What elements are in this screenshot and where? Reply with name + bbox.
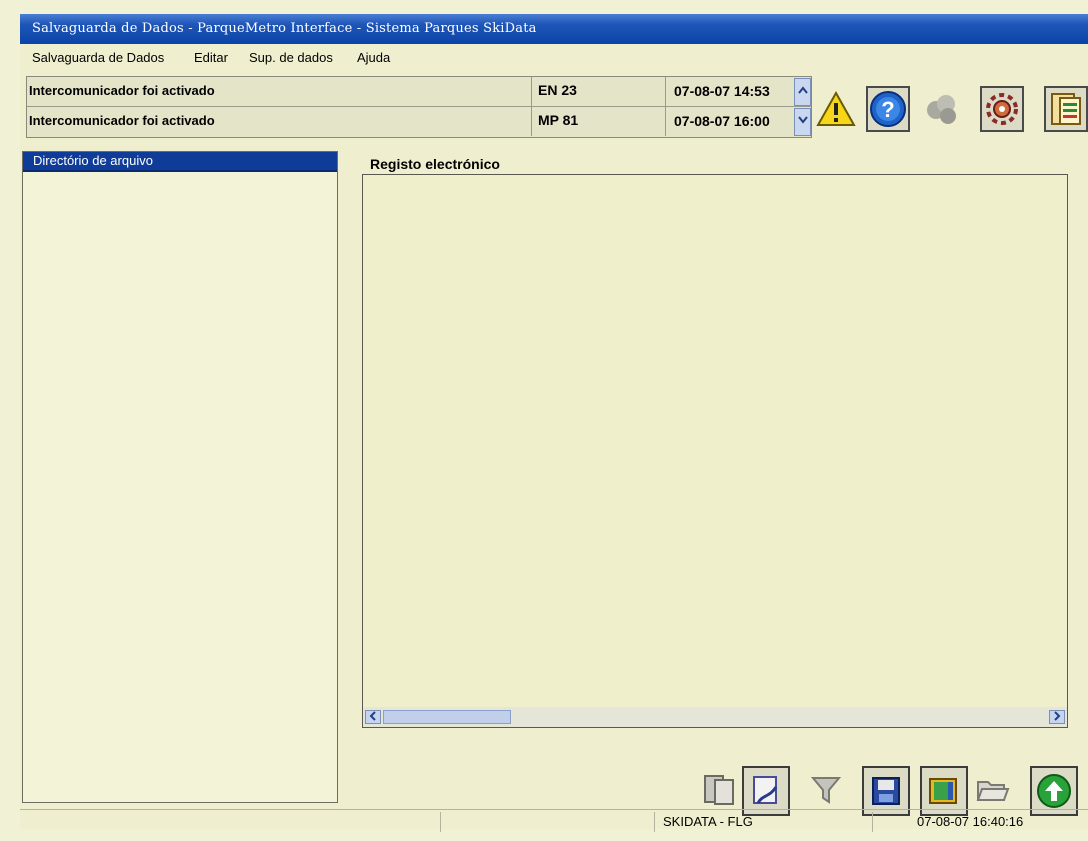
alarm-device: MP 81 <box>531 107 657 136</box>
status-system: SKIDATA - FLG <box>654 812 872 832</box>
save-disk-icon <box>872 777 900 805</box>
open-folder-button[interactable] <box>970 766 1014 812</box>
menu-ajuda[interactable]: Ajuda <box>357 50 390 65</box>
network-icon <box>927 95 956 124</box>
horizontal-scrollbar[interactable] <box>363 707 1067 727</box>
scroll-down-button[interactable] <box>794 108 811 136</box>
electronic-log-title: Registo electrónico <box>370 156 500 172</box>
alarm-message: Intercomunicador foi activado <box>29 113 215 128</box>
menu-salvaguarda[interactable]: Salvaguarda de Dados <box>32 50 164 65</box>
scroll-left-button[interactable] <box>365 710 381 724</box>
directory-header: Directório de arquivo <box>23 152 337 172</box>
status-cell-empty <box>440 812 654 832</box>
help-button[interactable]: ? <box>866 86 910 132</box>
network-button[interactable] <box>920 86 964 132</box>
copy-button[interactable] <box>698 766 742 812</box>
alarm-row[interactable]: Intercomunicador foi activado EN 23 07-0… <box>27 77 811 107</box>
open-folder-icon <box>976 781 1010 801</box>
menu-sup-dados[interactable]: Sup. de dados <box>249 50 333 65</box>
chevron-left-icon <box>369 711 376 721</box>
window-title: Salvaguarda de Dados - ParqueMetro Inter… <box>32 21 537 36</box>
filter-icon <box>810 777 842 804</box>
copy-icon <box>704 775 734 805</box>
report-button[interactable] <box>1044 86 1088 132</box>
alarm-device: EN 23 <box>531 77 657 106</box>
status-cell-empty <box>20 812 440 832</box>
archive-directory-panel[interactable]: Directório de arquivo <box>22 151 338 803</box>
alarm-time: 07-08-07 16:00 <box>665 107 793 136</box>
chevron-up-icon <box>797 86 808 94</box>
menu-bar: Salvaguarda de Dados Editar Sup. de dado… <box>20 48 1088 70</box>
status-bar: SKIDATA - FLG 07-08-07 16:40:16 <box>20 809 1088 835</box>
scroll-right-button[interactable] <box>1049 710 1065 724</box>
up-arrow-icon <box>1037 774 1071 808</box>
menu-editar[interactable]: Editar <box>194 50 228 65</box>
application-window: Salvaguarda de Dados - ParqueMetro Inter… <box>20 14 1088 832</box>
electronic-log-panel[interactable] <box>362 174 1068 728</box>
alarm-list[interactable]: Intercomunicador foi activado EN 23 07-0… <box>26 76 812 138</box>
alarm-scrollbar[interactable] <box>794 77 811 137</box>
title-bar: Salvaguarda de Dados - ParqueMetro Inter… <box>20 14 1088 44</box>
alarm-time: 07-08-07 14:53 <box>665 77 793 106</box>
notebook-icon <box>929 778 957 804</box>
filter-button[interactable] <box>804 766 848 812</box>
status-datetime: 07-08-07 16:40:16 <box>872 812 1088 832</box>
print-icon <box>753 776 778 804</box>
scrollbar-thumb[interactable] <box>383 710 511 724</box>
settings-button[interactable] <box>980 86 1024 132</box>
chevron-right-icon <box>1054 711 1061 721</box>
alarm-message: Intercomunicador foi activado <box>29 83 215 98</box>
alarm-row[interactable]: Intercomunicador foi activado MP 81 07-0… <box>27 107 811 136</box>
warning-icon <box>816 90 856 126</box>
settings-gear-icon <box>986 93 1018 125</box>
warning-button[interactable] <box>814 86 858 132</box>
svg-text:?: ? <box>881 97 894 122</box>
report-icon <box>1051 93 1081 125</box>
help-icon: ? <box>870 91 906 127</box>
scroll-up-button[interactable] <box>794 78 811 106</box>
chevron-down-icon <box>797 116 808 124</box>
